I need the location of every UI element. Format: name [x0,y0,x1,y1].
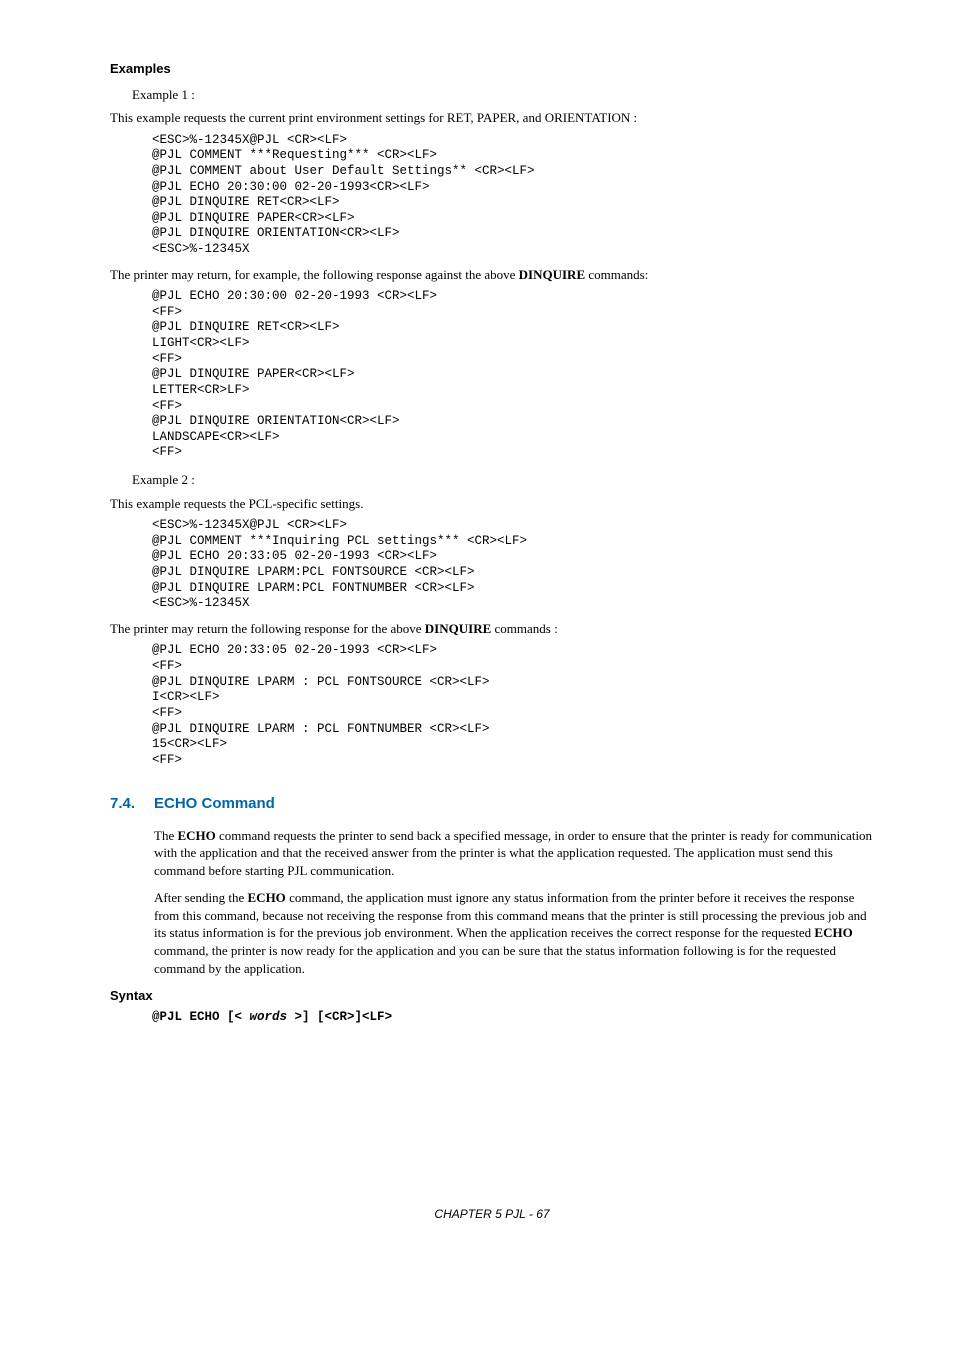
echo-bold-1: ECHO [248,890,286,905]
section-body: The ECHO command requests the printer to… [154,827,874,977]
syntax-code: @PJL ECHO [< words >] [<CR>]<LF> [152,1009,874,1026]
example2-label: Example 2 : [132,471,874,489]
echo-bold-2: ECHO [814,925,852,940]
text-pre: The printer may return the following res… [110,621,425,636]
examples-heading: Examples [110,60,874,78]
text-post: command, the printer is now ready for th… [154,943,836,976]
example2-intro: This example requests the PCL-specific s… [110,495,874,513]
text-post: command requests the printer to send bac… [154,828,872,878]
text-pre: After sending the [154,890,248,905]
syntax-heading: Syntax [110,987,874,1005]
code-block-3: <ESC>%-12345X@PJL <CR><LF> @PJL COMMENT … [152,518,874,612]
example1-intro: This example requests the current print … [110,109,874,127]
echo-bold: ECHO [177,828,215,843]
echo-paragraph-1: The ECHO command requests the printer to… [154,827,874,880]
code-block-1: <ESC>%-12345X@PJL <CR><LF> @PJL COMMENT … [152,133,874,258]
syntax-pre: @PJL ECHO [< [152,1010,250,1024]
section-heading-row: 7.4. ECHO Command [110,794,874,814]
example1-response-intro: The printer may return, for example, the… [110,266,874,284]
example2-response-intro: The printer may return the following res… [110,620,874,638]
syntax-post: >] [<CR>]<LF> [287,1010,392,1024]
text-pre: The printer may return, for example, the… [110,267,519,282]
code-block-4: @PJL ECHO 20:33:05 02-20-1993 <CR><LF> <… [152,643,874,768]
example1-label: Example 1 : [132,86,874,104]
code-block-2: @PJL ECHO 20:30:00 02-20-1993 <CR><LF> <… [152,289,874,461]
dinquire-bold: DINQUIRE [519,267,585,282]
echo-paragraph-2: After sending the ECHO command, the appl… [154,889,874,977]
section-number: 7.4. [110,794,154,814]
text-pre: The [154,828,177,843]
text-post: commands : [491,621,557,636]
page-footer: CHAPTER 5 PJL - 67 [110,1206,874,1222]
section-title: ECHO Command [154,794,275,814]
text-post: commands: [585,267,648,282]
syntax-italic: words [250,1010,288,1024]
dinquire-bold: DINQUIRE [425,621,491,636]
